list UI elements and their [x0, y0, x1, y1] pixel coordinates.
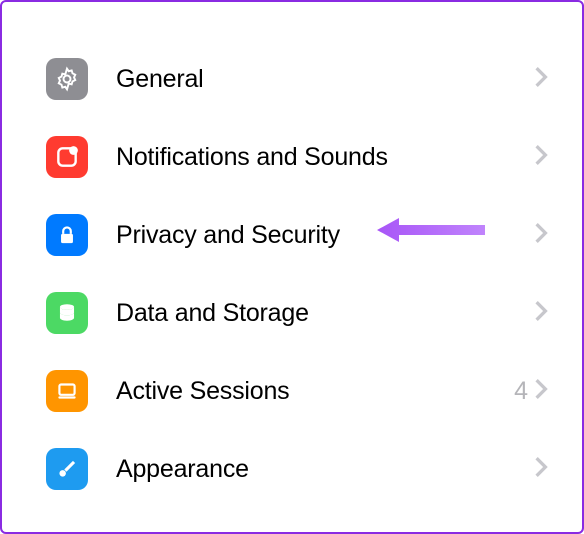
row-label: Active Sessions [116, 377, 514, 406]
settings-row-appearance[interactable]: Appearance [10, 430, 574, 508]
row-label: Privacy and Security [116, 221, 534, 250]
chevron-right-icon [534, 222, 548, 249]
settings-row-notifications[interactable]: Notifications and Sounds [10, 118, 574, 196]
laptop-icon [46, 370, 88, 412]
chevron-right-icon [534, 456, 548, 483]
chevron-right-icon [534, 66, 548, 93]
row-label: Data and Storage [116, 299, 534, 328]
bell-badge-icon [46, 136, 88, 178]
lock-icon [46, 214, 88, 256]
row-label: General [116, 65, 534, 94]
chevron-right-icon [534, 144, 548, 171]
gear-icon [46, 58, 88, 100]
settings-row-general[interactable]: General [10, 40, 574, 118]
row-badge-count: 4 [514, 377, 528, 406]
row-label: Notifications and Sounds [116, 143, 534, 172]
settings-row-data[interactable]: Data and Storage [10, 274, 574, 352]
chevron-right-icon [534, 378, 548, 405]
database-icon [46, 292, 88, 334]
brush-icon [46, 448, 88, 490]
settings-row-privacy[interactable]: Privacy and Security [10, 196, 574, 274]
settings-row-sessions[interactable]: Active Sessions 4 [10, 352, 574, 430]
settings-list: General Notifications and Sounds Privacy… [10, 40, 574, 508]
row-label: Appearance [116, 455, 534, 484]
chevron-right-icon [534, 300, 548, 327]
